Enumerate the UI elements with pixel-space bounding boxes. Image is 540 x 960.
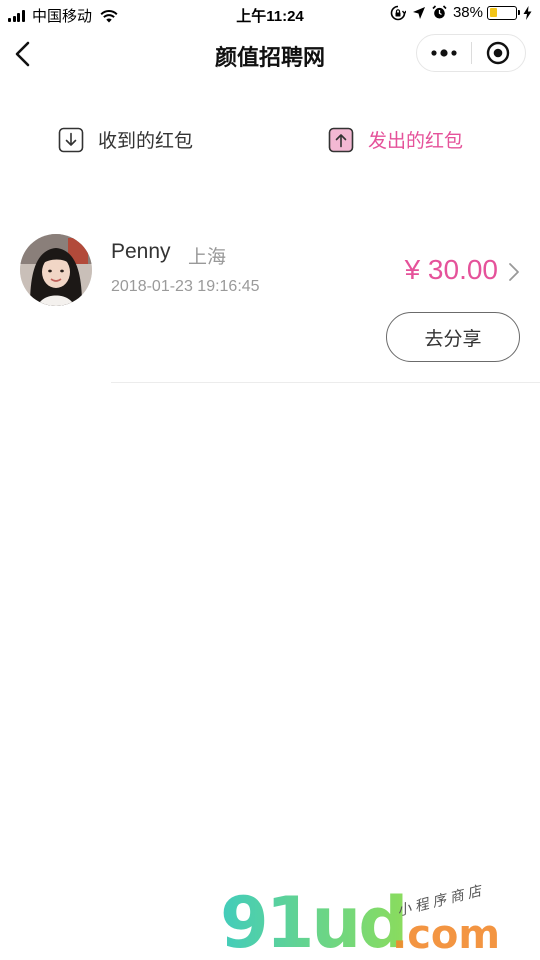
target-close-icon: [487, 41, 510, 65]
battery-fill: [489, 8, 498, 17]
status-bar: 中国移动 上午11:24 38%: [0, 0, 540, 28]
charging-icon: [523, 5, 532, 20]
list-item[interactable]: Penny 上海 2018-01-23 19:16:45 ¥ 30.00 去分享: [0, 222, 540, 384]
battery-icon: [487, 5, 520, 20]
record-amount: ¥ 30.00: [404, 254, 498, 285]
tab-sent-label: 发出的红包: [368, 131, 464, 152]
rotation-lock-icon: [390, 5, 406, 20]
mini-program-capsule: [416, 34, 526, 72]
location-icon: [412, 6, 425, 19]
avatar: [20, 234, 92, 306]
watermark-domain: .com: [392, 912, 501, 958]
tab-received[interactable]: 收到的红包: [58, 126, 193, 153]
more-button[interactable]: [417, 35, 471, 71]
alarm-icon: [432, 5, 447, 19]
close-button[interactable]: [472, 35, 525, 71]
record-time: 2018-01-23 19:16:45: [111, 278, 260, 295]
watermark-logo: 91ud: [220, 882, 408, 960]
screen: 中国移动 上午11:24 38% 颜值招聘网 收到的红包 发出的红包 Penny…: [0, 0, 540, 960]
tab-received-label: 收到的红包: [98, 131, 194, 152]
nav-bar: 颜值招聘网: [0, 28, 540, 80]
watermark: 91ud .com 小程序商店: [220, 882, 520, 960]
status-right: 38%: [384, 4, 532, 21]
tab-sent[interactable]: 发出的红包: [328, 126, 463, 153]
avatar-image: [20, 234, 92, 306]
sender-name: Penny: [111, 240, 171, 263]
share-button[interactable]: 去分享: [386, 312, 520, 362]
redpacket-tabs: 收到的红包 发出的红包: [0, 120, 540, 164]
upload-box-icon: [328, 127, 354, 152]
chevron-right-icon: [509, 263, 519, 281]
battery-percent: 38%: [452, 4, 483, 21]
row-divider: [111, 382, 540, 383]
download-box-icon: [58, 127, 84, 152]
more-dots-icon: [431, 49, 457, 57]
sender-city: 上海: [188, 247, 227, 268]
